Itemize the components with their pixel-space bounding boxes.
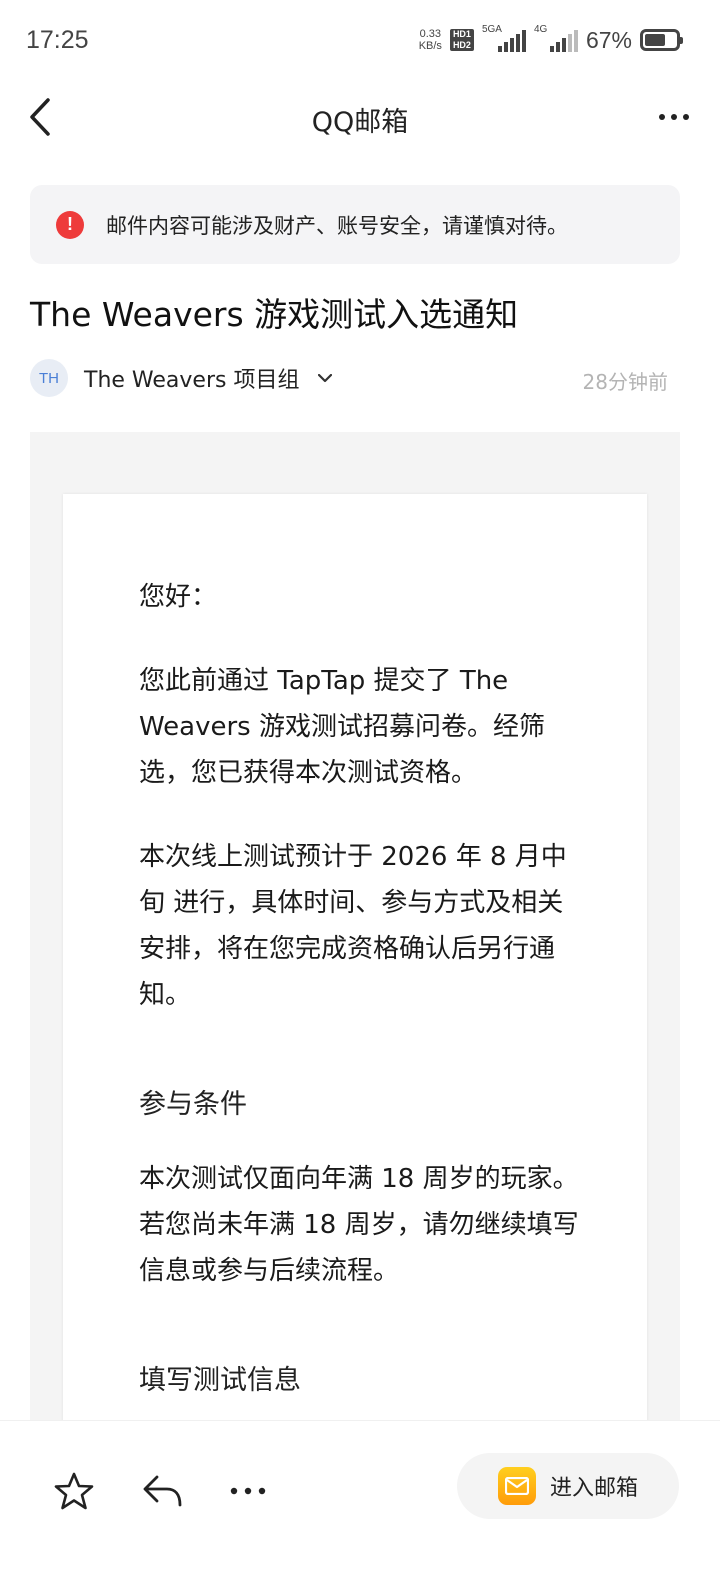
mail-icon — [497, 1467, 536, 1505]
greeting: 您好： — [139, 582, 218, 612]
signal-5ga-icon: 5GA — [482, 24, 526, 54]
hd1-label: HD1 — [452, 29, 471, 39]
network-speed: 0.33 KB/s — [419, 28, 442, 52]
status-time: 17:25 — [26, 26, 89, 54]
signal-bars — [497, 30, 526, 52]
network-speed-value: 0.33 — [419, 28, 442, 40]
hd-icon: HD1 HD2 — [449, 29, 474, 51]
reply-icon — [143, 1475, 182, 1507]
section-heading-conditions: 参与条件 — [139, 1089, 247, 1120]
enter-mailbox-label: 进入邮箱 — [549, 1476, 638, 1501]
battery-fill — [645, 34, 666, 46]
enter-mailbox-button[interactable]: 进入邮箱 — [457, 1453, 679, 1519]
status-icons: 0.33 KB/s HD1 HD2 5GA 4G 67% — [419, 24, 683, 56]
more-horizontal-icon — [230, 1487, 266, 1495]
body-paragraph-3: 本次测试仅面向年满 18 周岁的玩家。若您尚未年满 18 周岁，请勿继续填写信息… — [139, 1164, 579, 1286]
chevron-down-icon[interactable] — [315, 368, 335, 388]
more-actions-button[interactable] — [222, 1465, 274, 1517]
signal-4g-icon: 4G — [533, 24, 578, 54]
more-button[interactable] — [654, 102, 694, 132]
mail-body-card: 您好： 您此前通过 TapTap 提交了 The Weavers 游戏测试招募问… — [63, 494, 647, 1434]
page-title: QQ邮箱 — [311, 107, 409, 138]
section-heading-fill-info: 填写测试信息 — [139, 1365, 301, 1396]
star-icon — [54, 1472, 94, 1510]
signal-bars — [549, 30, 578, 52]
sender-row[interactable]: TH The Weavers 项目组 28分钟前 — [30, 358, 680, 398]
nav-bar: QQ邮箱 — [0, 80, 720, 155]
mail-body: 您好： 您此前通过 TapTap 提交了 The Weavers 游戏测试招募问… — [139, 574, 579, 1432]
status-bar: 17:25 0.33 KB/s HD1 HD2 5GA 4G 67% — [0, 0, 720, 80]
star-button[interactable] — [48, 1465, 100, 1517]
warning-text: 邮件内容可能涉及财产、账号安全，请谨慎对待。 — [106, 213, 568, 238]
more-horizontal-icon — [659, 114, 665, 120]
avatar: TH — [30, 359, 68, 397]
battery-percent: 67% — [585, 26, 632, 53]
network-speed-unit: KB/s — [418, 40, 442, 52]
security-warning-banner: ! 邮件内容可能涉及财产、账号安全，请谨慎对待。 — [30, 185, 680, 264]
sender-name[interactable]: The Weavers 项目组 — [84, 362, 299, 394]
mail-time: 28分钟前 — [582, 370, 668, 394]
bottom-toolbar: 进入邮箱 — [0, 1420, 720, 1592]
hd2-label: HD2 — [452, 40, 471, 50]
signal-4g-label: 4G — [533, 24, 548, 35]
reply-button[interactable] — [136, 1465, 188, 1517]
alert-icon: ! — [56, 210, 84, 239]
mail-subject: The Weavers 游戏测试入选通知 — [30, 295, 519, 334]
body-paragraph-1: 您此前通过 TapTap 提交了 The Weavers 游戏测试招募问卷。经筛… — [139, 666, 545, 788]
body-paragraph-2: 本次线上测试预计于 2026 年 8 月中旬 进行，具体时间、参与方式及相关安排… — [139, 842, 567, 1010]
battery-icon — [640, 29, 683, 51]
